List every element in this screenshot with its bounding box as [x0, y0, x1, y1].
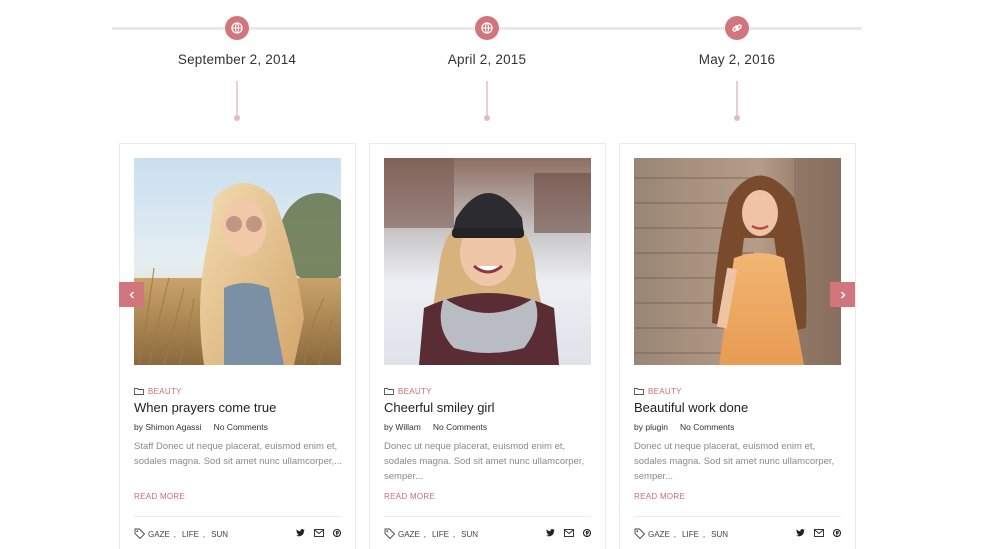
tag-item[interactable]: LIFE — [432, 530, 449, 539]
post-excerpt: Donec ut neque placerat, euismod enim et… — [384, 441, 585, 482]
divider — [384, 516, 591, 517]
post-tags: GAZE, LIFE, SUN — [134, 528, 228, 541]
pinterest-icon[interactable] — [583, 529, 591, 537]
twitter-icon[interactable] — [546, 529, 555, 537]
timeline-date: April 2, 2015 — [447, 52, 527, 67]
timeline-node: May 2, 2016 — [617, 0, 857, 130]
carousel-next-button[interactable] — [830, 282, 855, 307]
timeline-end-dot — [734, 115, 740, 121]
folder-icon — [634, 382, 644, 400]
timeline-stem — [236, 81, 238, 117]
post-excerpt: Donec ut neque placerat, euismod enim et… — [634, 441, 835, 482]
post-category[interactable]: BEAUTY — [134, 382, 182, 400]
twitter-icon[interactable] — [296, 529, 305, 537]
email-icon[interactable] — [314, 529, 324, 537]
read-more-link[interactable]: READ MORE — [384, 492, 435, 501]
post-comments[interactable]: No Comments — [680, 422, 734, 432]
tag-item[interactable]: SUN — [461, 530, 478, 539]
category-label: BEAUTY — [398, 386, 432, 396]
timeline-stem — [736, 81, 738, 117]
category-label: BEAUTY — [648, 386, 682, 396]
tag-item[interactable]: GAZE — [148, 530, 170, 539]
post-meta: by Willam No Comments — [384, 422, 487, 432]
timeline-stem — [486, 81, 488, 117]
post-author[interactable]: by Willam — [384, 422, 421, 432]
post-image[interactable] — [634, 158, 841, 365]
post-image[interactable] — [384, 158, 591, 365]
share-icons — [546, 529, 591, 537]
timeline-date: May 2, 2016 — [698, 52, 776, 67]
read-more-link[interactable]: READ MORE — [134, 492, 185, 501]
timeline-end-dot — [484, 115, 490, 121]
tag-icon — [634, 528, 646, 541]
tag-icon — [384, 528, 396, 541]
pinterest-icon[interactable] — [833, 529, 841, 537]
divider — [134, 516, 341, 517]
folder-icon — [134, 382, 144, 400]
post-meta: by plugin No Comments — [634, 422, 734, 432]
tag-item[interactable]: GAZE — [648, 530, 670, 539]
category-label: BEAUTY — [148, 386, 182, 396]
post-card: BEAUTY Beautiful work done by plugin No C… — [619, 143, 856, 549]
post-tags: GAZE, LIFE, SUN — [634, 528, 728, 541]
tag-item[interactable]: SUN — [211, 530, 228, 539]
post-comments[interactable]: No Comments — [433, 422, 487, 432]
carousel-prev-button[interactable] — [119, 282, 144, 307]
post-title[interactable]: When prayers come true — [134, 400, 276, 415]
tag-item[interactable]: LIFE — [182, 530, 199, 539]
post-comments[interactable]: No Comments — [214, 422, 268, 432]
post-author[interactable]: by plugin — [634, 422, 668, 432]
post-image[interactable] — [134, 158, 341, 365]
post-category[interactable]: BEAUTY — [384, 382, 432, 400]
timeline-end-dot — [234, 115, 240, 121]
email-icon[interactable] — [564, 529, 574, 537]
email-icon[interactable] — [814, 529, 824, 537]
share-icons — [296, 529, 341, 537]
post-card: BEAUTY Cheerful smiley girl by Willam No … — [369, 143, 606, 549]
pinterest-icon[interactable] — [333, 529, 341, 537]
post-card: BEAUTY When prayers come true by Shimon … — [119, 143, 356, 549]
post-excerpt: Staff Donec ut neque placerat, euismod e… — [134, 441, 343, 467]
folder-icon — [384, 382, 394, 400]
timeline-node: April 2, 2015 — [367, 0, 607, 130]
read-more-link[interactable]: READ MORE — [634, 492, 685, 501]
share-icons — [796, 529, 841, 537]
post-title[interactable]: Cheerful smiley girl — [384, 400, 495, 415]
timeline-date: September 2, 2014 — [177, 52, 297, 67]
chevron-right-icon — [840, 291, 845, 298]
timeline: September 2, 2014 April 2, 2015 May 2, 2… — [0, 0, 1000, 140]
divider — [634, 516, 841, 517]
tag-item[interactable]: GAZE — [398, 530, 420, 539]
chevron-left-icon — [129, 291, 134, 298]
tag-item[interactable]: SUN — [711, 530, 728, 539]
post-meta: by Shimon Agassi No Comments — [134, 422, 268, 432]
link-icon — [725, 16, 749, 40]
twitter-icon[interactable] — [796, 529, 805, 537]
tag-icon — [134, 528, 146, 541]
timeline-node: September 2, 2014 — [117, 0, 357, 130]
post-category[interactable]: BEAUTY — [634, 382, 682, 400]
post-author[interactable]: by Shimon Agassi — [134, 422, 202, 432]
globe-icon — [475, 16, 499, 40]
globe-icon — [225, 16, 249, 40]
post-tags: GAZE, LIFE, SUN — [384, 528, 478, 541]
tag-item[interactable]: LIFE — [682, 530, 699, 539]
post-title[interactable]: Beautiful work done — [634, 400, 748, 415]
